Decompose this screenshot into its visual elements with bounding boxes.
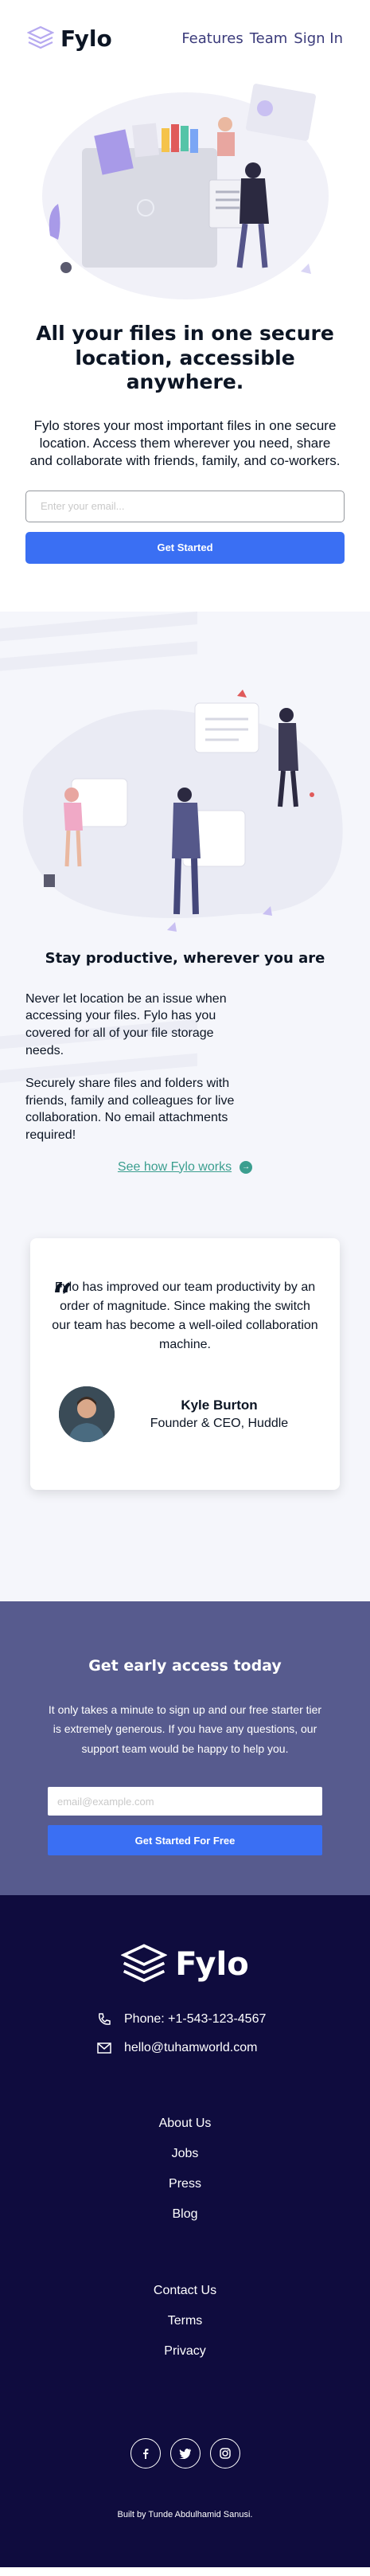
testimonial-card: “ Fylo has improved our team productivit… [30,1237,340,1490]
footer-link-privacy[interactable]: Privacy [0,2336,370,2367]
logo-text: Fylo [60,25,112,52]
social-links [0,2438,370,2469]
phone-text: Phone: +1-543-123-4567 [124,2012,267,2027]
nav-sign-in[interactable]: Sign In [294,30,343,47]
productive-text: Never let location be an issue when acce… [0,967,370,1144]
quote-icon: “ [53,1276,73,1317]
footer-links-2: Contact Us Terms Privacy [0,2276,370,2367]
nav-features[interactable]: Features [181,30,243,47]
contact-phone: Phone: +1-543-123-4567 [97,2005,370,2034]
early-access-form: Get Started For Free [48,1787,322,1856]
see-how-link-row: See how Fylo works → [0,1160,370,1175]
footer-credit: Built by Tunde Abdulhamid Sanusi. [117,2510,253,2520]
footer-logo-text: Fylo [175,1946,249,1984]
get-started-button[interactable]: Get Started [25,531,345,564]
arrow-right-icon[interactable]: → [240,1160,253,1174]
footer-link-blog[interactable]: Blog [0,2199,370,2230]
footer-link-press[interactable]: Press [0,2169,370,2199]
hero-section: All your files in one secure location, a… [0,76,370,612]
avatar [59,1386,115,1442]
productive-section: Stay productive, wherever you are Never … [0,611,370,1206]
early-access-section: Get early access today It only takes a m… [0,1601,370,1896]
productive-paragraph-1: Never let location be an issue when acce… [25,991,227,1057]
author-name: Kyle Burton [181,1397,258,1413]
hero-description: Fylo stores your most important files in… [29,417,341,468]
footer-logo[interactable]: Fylo [0,1943,370,1986]
get-started-free-button[interactable]: Get Started For Free [48,1825,322,1856]
early-access-email-input[interactable] [48,1787,322,1816]
footer-link-terms[interactable]: Terms [0,2306,370,2336]
logo[interactable]: Fylo [27,25,112,52]
testimonial-section: “ Fylo has improved our team productivit… [0,1206,370,1601]
hero-signup-form: Get Started [25,490,345,564]
testimonial-author: Kyle Burton Founder & CEO, Huddle [46,1386,324,1442]
author-info: Kyle Burton Founder & CEO, Huddle [115,1397,324,1431]
contact-email: hello@tuhamworld.com [97,2034,370,2062]
hero-email-input[interactable] [25,490,345,522]
twitter-icon[interactable] [169,2438,201,2469]
hero-illustration [41,84,329,299]
email-icon [97,2042,111,2054]
site-footer: Fylo Phone: +1-543-123-4567 hello@tuhamw… [0,1895,370,2568]
productive-paragraph-2: Securely share files and folders with fr… [25,1077,235,1142]
footer-link-about[interactable]: About Us [0,2109,370,2139]
author-title: Founder & CEO, Huddle [150,1416,289,1430]
footer-link-jobs[interactable]: Jobs [0,2139,370,2169]
contact-info: Phone: +1-543-123-4567 hello@tuhamworld.… [0,2005,370,2062]
main-nav: Features Team Sign In [181,30,343,47]
early-access-description: It only takes a minute to sign up and ou… [48,1702,322,1755]
phone-icon [99,2013,111,2025]
see-how-link[interactable]: See how Fylo works [118,1160,232,1175]
productive-title: Stay productive, wherever you are [45,949,325,967]
site-header: Fylo Features Team Sign In [0,0,370,76]
instagram-icon[interactable] [209,2438,240,2469]
facebook-icon[interactable] [130,2438,161,2469]
fylo-logo-icon [121,1944,168,1983]
early-access-title: Get early access today [88,1656,282,1675]
email-text: hello@tuhamworld.com [124,2041,258,2055]
nav-team[interactable]: Team [250,30,288,47]
footer-links-1: About Us Jobs Press Blog [0,2109,370,2230]
fylo-logo-icon [27,25,54,49]
footer-link-contact[interactable]: Contact Us [0,2276,370,2306]
productive-illustration [22,689,343,932]
hero-title: All your files in one secure location, a… [36,322,334,393]
avatar-image [59,1386,115,1442]
testimonial-quote: Fylo has improved our team productivity … [52,1280,318,1351]
